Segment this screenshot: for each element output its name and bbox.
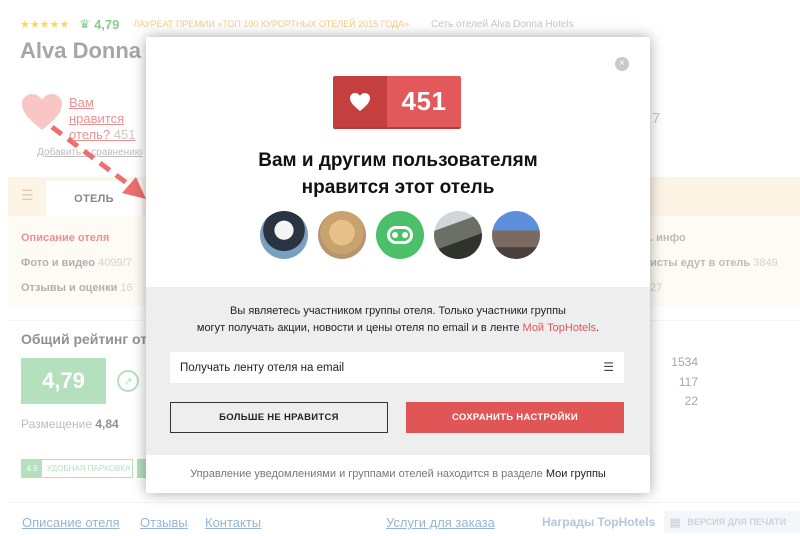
save-settings-button[interactable]: СОХРАНИТЬ НАСТРОЙКИ (406, 402, 624, 433)
heart-icon (333, 76, 387, 127)
my-groups-link[interactable]: Мои группы (546, 468, 606, 480)
avatar[interactable] (376, 211, 424, 259)
owl-icon (387, 226, 413, 244)
select-value: Получать ленту отеля на email (180, 361, 345, 374)
user-avatars (260, 211, 540, 259)
avatar[interactable] (318, 211, 366, 259)
avatar[interactable] (434, 211, 482, 259)
modal-footer-text: Управление уведомлениями и группами отел… (190, 468, 606, 480)
avatar[interactable] (492, 211, 540, 259)
menu-icon[interactable]: ☰ (603, 360, 614, 374)
dislike-button[interactable]: БОЛЬШЕ НЕ НРАВИТСЯ (170, 402, 388, 433)
close-icon[interactable]: × (615, 57, 629, 71)
member-info-text: Вы являетесь участником группы отеля. То… (196, 305, 600, 334)
my-tophotels-link[interactable]: Мой TopHotels (523, 322, 597, 334)
modal-title: Вам и другим пользователям нравится этот… (258, 150, 538, 198)
like-count: 451 (387, 76, 461, 127)
likes-modal: × 451 Вам и другим пользователям нравитс… (146, 37, 650, 493)
like-counter-badge: 451 (333, 76, 461, 127)
email-feed-select[interactable]: Получать ленту отеля на email ☰ (170, 352, 624, 383)
avatar[interactable] (260, 211, 308, 259)
